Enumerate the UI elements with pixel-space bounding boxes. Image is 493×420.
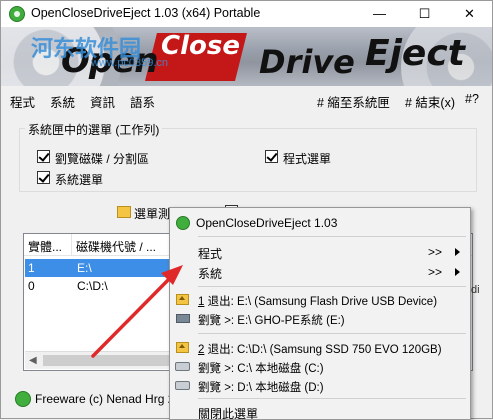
checkbox-box[interactable] xyxy=(37,171,50,184)
scroll-left-icon[interactable]: ◀ xyxy=(29,355,37,366)
menu-minimize-to-tray[interactable]: # 縮至系統匣 xyxy=(317,92,390,111)
popup-item-label: 系統 xyxy=(198,267,223,281)
banner-word-eject: Eject xyxy=(365,33,465,74)
app-window: OpenCloseDriveEject 1.03 (x64) Portable … xyxy=(0,0,493,420)
popup-item-label: 關閉此選單 xyxy=(198,407,259,420)
menu-programs[interactable]: 程式 xyxy=(10,92,35,111)
banner-word-drive: Drive xyxy=(259,43,355,81)
hard-disk-icon xyxy=(175,362,190,371)
menu-exit[interactable]: # 結束(x) xyxy=(405,92,455,111)
menu-info[interactable]: 資訊 xyxy=(90,92,115,111)
menu-separator xyxy=(198,236,466,237)
row-number: 1 xyxy=(28,261,35,275)
eject-label: 1 退出: E:\ (Samsung Flash Drive USB Devic… xyxy=(198,296,438,308)
title-bar[interactable]: OpenCloseDriveEject 1.03 (x64) Portable … xyxy=(1,1,492,27)
banner-word-close: Close xyxy=(161,31,240,61)
hard-disk-icon xyxy=(175,381,190,390)
column-divider[interactable] xyxy=(71,234,72,256)
popup-browse-e[interactable]: 劉覽 >: E:\ GHO-PE系統 (E:) xyxy=(170,309,470,329)
window-title: OpenCloseDriveEject 1.03 (x64) Portable xyxy=(31,6,261,20)
popup-browse-d[interactable]: 劉覽 >: D:\ 本地磁盘 (D:) xyxy=(170,376,470,396)
minimize-button[interactable]: — xyxy=(357,1,402,27)
browse-label: 劉覽 >: E:\ GHO-PE系統 (E:) xyxy=(198,315,345,327)
app-banner: Open Close Drive Eject 河东软件园 www.pc0359.… xyxy=(1,27,492,86)
popup-eject-drive-1[interactable]: 1 退出: E:\ (Samsung Flash Drive USB Devic… xyxy=(170,290,470,310)
column-header-physical[interactable]: 實體... xyxy=(28,238,62,255)
app-disc-icon xyxy=(9,6,25,22)
checkbox-box[interactable] xyxy=(265,150,278,163)
popup-item-system[interactable]: 系統 >> xyxy=(170,262,470,282)
row-number: 0 xyxy=(28,279,35,293)
scroll-thumb[interactable] xyxy=(43,355,183,366)
checkbox-label: 劉覽磁碟 / 分割區 xyxy=(55,152,150,166)
usb-drive-icon xyxy=(176,314,190,323)
footer-disc-icon xyxy=(15,391,31,407)
context-popup-menu: OpenCloseDriveEject 1.03 程式 >> 系統 >> 1 退… xyxy=(169,207,471,420)
row-drive: C:\D:\ xyxy=(77,279,108,293)
popup-eject-drive-2[interactable]: 2 退出: C:\D:\ (Samsung SSD 750 EVO 120GB) xyxy=(170,338,470,358)
menu-separator xyxy=(198,333,466,334)
row-drive: E:\ xyxy=(77,261,92,275)
footer-copyright[interactable]: Freeware (c) Nenad Hrg 20 xyxy=(35,392,181,406)
eject-icon xyxy=(176,342,189,353)
checkbox-label: 系統選單 xyxy=(55,173,104,187)
close-button[interactable]: ✕ xyxy=(447,1,492,27)
column-header-drive-letter[interactable]: 磁碟機代號 / ... xyxy=(76,238,156,255)
popup-browse-c[interactable]: 劉覽 >: C:\ 本地磁盘 (C:) xyxy=(170,357,470,377)
popup-app-icon xyxy=(176,216,190,230)
menu-system[interactable]: 系統 xyxy=(50,92,75,111)
list-column-fragment: di xyxy=(471,284,480,296)
menu-help[interactable]: #? xyxy=(465,92,479,106)
popup-item-label: 程式 xyxy=(198,247,223,261)
checkbox-label: 程式選單 xyxy=(283,152,332,166)
menu-separator xyxy=(198,398,466,399)
browse-label: 劉覽 >: D:\ 本地磁盘 (D:) xyxy=(198,382,324,394)
submenu-arrow-icon xyxy=(455,248,460,256)
popup-item-programs[interactable]: 程式 >> xyxy=(170,242,470,262)
eject-label: 2 退出: C:\D:\ (Samsung SSD 750 EVO 120GB) xyxy=(198,344,442,356)
menu-language[interactable]: 語系 xyxy=(130,92,155,111)
eject-icon xyxy=(176,294,189,305)
eject-icon[interactable] xyxy=(117,206,131,218)
submenu-arrow-icon xyxy=(455,268,460,276)
submenu-marker: >> xyxy=(428,245,443,259)
maximize-button[interactable]: ☐ xyxy=(402,1,447,27)
watermark-url: www.pc0359.cn xyxy=(91,57,169,69)
popup-header: OpenCloseDriveEject 1.03 xyxy=(196,216,338,230)
menu-separator xyxy=(198,286,466,287)
browse-label: 劉覽 >: C:\ 本地磁盘 (C:) xyxy=(198,363,324,375)
submenu-marker: >> xyxy=(428,265,443,279)
group-title: 系統匣中的選單 (工作列) xyxy=(25,121,163,138)
checkbox-box[interactable] xyxy=(37,150,50,163)
menu-bar: 程式 系統 資訊 語系 # 縮至系統匣 # 結束(x) #? xyxy=(1,86,492,112)
popup-close-menu[interactable]: 關閉此選單 xyxy=(170,402,470,420)
